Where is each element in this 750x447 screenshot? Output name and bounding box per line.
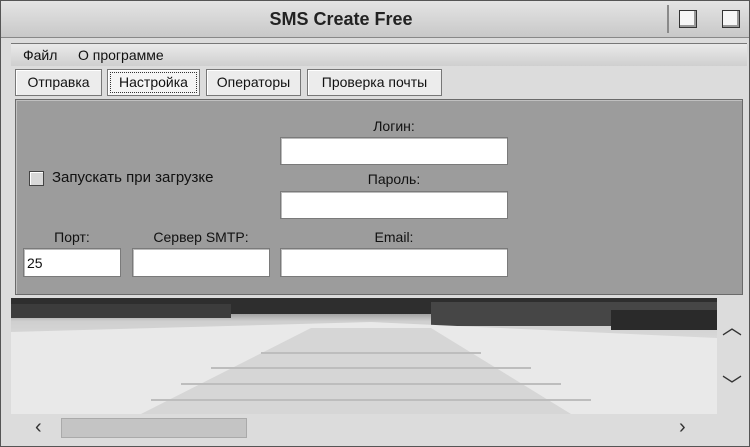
horizontal-scrollbar[interactable]: ‹ › (11, 414, 745, 442)
horizontal-scroll-thumb[interactable] (61, 418, 247, 438)
chevron-down-icon[interactable]: ﹀ (722, 376, 742, 396)
email-field[interactable] (280, 248, 508, 277)
restore-button[interactable] (722, 10, 740, 28)
smtp-label: Сервер SMTP: (153, 229, 249, 245)
chevron-right-icon[interactable]: › (679, 417, 686, 437)
chevron-left-icon[interactable]: ‹ (35, 417, 42, 437)
menu-about[interactable]: О программе (78, 47, 164, 63)
menu-file[interactable]: Файл (23, 47, 57, 63)
login-label: Логин: (373, 118, 415, 134)
tab-send[interactable]: Отправка (15, 69, 102, 96)
password-field[interactable] (280, 191, 508, 219)
tab-operators[interactable]: Операторы (206, 69, 301, 96)
app-window: SMS Create Free Файл О программе Отправк… (0, 0, 750, 447)
port-label: Порт: (54, 229, 90, 245)
window-title: SMS Create Free (269, 9, 413, 29)
menu-bar: Файл О программе (11, 43, 747, 66)
tab-settings[interactable]: Настройка (107, 69, 200, 96)
title-separator (667, 5, 669, 33)
smtp-server-field[interactable] (132, 248, 270, 277)
login-field[interactable] (280, 137, 508, 165)
floor-photo (11, 298, 717, 414)
vertical-scrollbar[interactable]: ︿ ﹀ (717, 298, 745, 414)
autostart-checkbox[interactable] (29, 171, 44, 186)
port-field[interactable] (23, 248, 121, 277)
title-bar[interactable]: SMS Create Free (1, 1, 749, 38)
tab-check-mail[interactable]: Проверка почты (307, 69, 442, 96)
autostart-label: Запускать при загрузке (52, 169, 214, 186)
password-label: Пароль: (367, 171, 421, 187)
chevron-up-icon[interactable]: ︿ (722, 318, 742, 338)
maximize-button[interactable] (679, 10, 697, 28)
email-label: Email: (374, 229, 414, 245)
background-image (11, 298, 717, 414)
